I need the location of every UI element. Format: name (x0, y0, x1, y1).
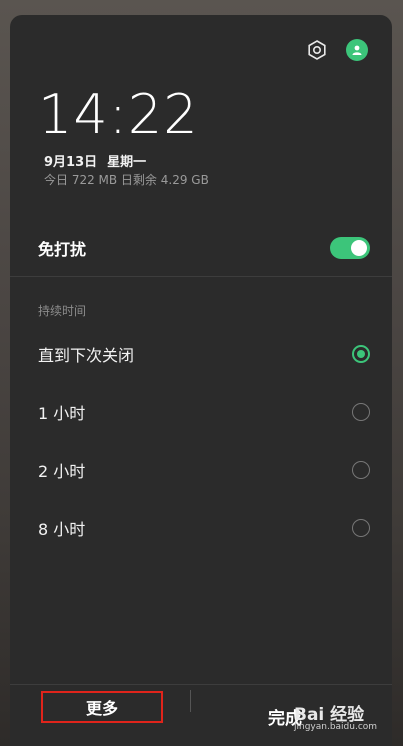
watermark-sub: jingyan.baidu.com (294, 722, 378, 732)
dnd-panel: 14:22 9月13日 星期一 今日 722 MB 日剩余 4.29 GB 免打… (10, 15, 392, 746)
settings-button[interactable] (306, 39, 328, 61)
date-text: 9月13日 (44, 155, 98, 170)
date-line: 9月13日 星期一 (44, 151, 146, 170)
option-until-off[interactable]: 直到下次关闭 (10, 325, 392, 383)
option-label: 1 小时 (38, 404, 86, 423)
option-label: 直到下次关闭 (38, 346, 135, 365)
option-label: 2 小时 (38, 462, 86, 481)
baidu-watermark: Bai 经验 jingyan.baidu.com (294, 700, 377, 732)
clock-time: 14:22 (38, 83, 199, 146)
dnd-toggle[interactable] (330, 237, 370, 259)
radio-unchecked[interactable] (352, 519, 370, 537)
radio-unchecked[interactable] (352, 461, 370, 479)
divider (10, 276, 392, 277)
radio-checked[interactable] (352, 345, 370, 363)
top-icons (306, 39, 368, 61)
gear-icon (308, 40, 326, 60)
dnd-label: 免打扰 (38, 240, 87, 259)
option-2-hours[interactable]: 2 小时 (10, 441, 392, 499)
data-usage-text: 今日 722 MB 日剩余 4.29 GB (44, 173, 209, 187)
duration-options: 直到下次关闭 1 小时 2 小时 8 小时 (10, 325, 392, 557)
option-8-hours[interactable]: 8 小时 (10, 499, 392, 557)
duration-section-label: 持续时间 (38, 304, 87, 318)
toggle-knob (351, 240, 367, 256)
radio-unchecked[interactable] (352, 403, 370, 421)
option-label: 8 小时 (38, 520, 86, 539)
more-button[interactable]: 更多 (41, 691, 163, 723)
option-1-hour[interactable]: 1 小时 (10, 383, 392, 441)
account-avatar[interactable] (346, 39, 368, 61)
weekday-text: 星期一 (107, 155, 147, 170)
dnd-row[interactable]: 免打扰 (10, 220, 392, 276)
user-icon (352, 45, 362, 55)
bottom-separator (190, 690, 191, 712)
